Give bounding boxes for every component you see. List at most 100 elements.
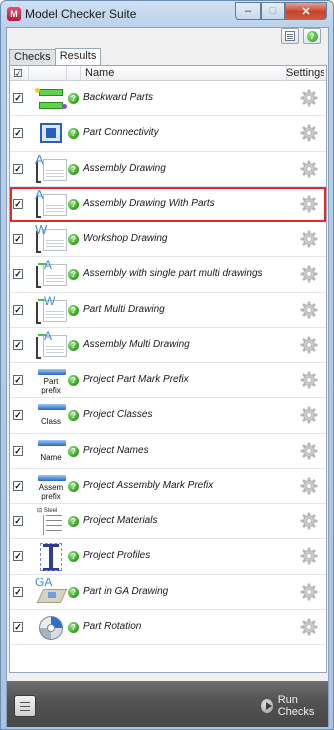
row-checkbox[interactable]: ✓: [13, 93, 23, 103]
bracket-shape: [36, 336, 41, 359]
gear-icon[interactable]: [300, 195, 318, 213]
row-checkbox[interactable]: ✓: [13, 516, 23, 526]
row-checkbox[interactable]: ✓: [13, 551, 23, 562]
project-part-mark-prefix-icon: Part prefix: [34, 366, 68, 395]
check-row[interactable]: ✓ Assem prefix? Project Assembly Mark Pref…: [10, 469, 326, 504]
run-checks-label: Run Checks: [277, 694, 315, 718]
check-row[interactable]: ✓? Part Connectivity: [10, 116, 326, 152]
check-row[interactable]: ✓ Class? Project Classes: [10, 398, 326, 434]
check-row[interactable]: ✓ GA? Part in GA Drawing: [10, 575, 326, 610]
check-name: Backward Parts: [83, 92, 154, 103]
gear-icon[interactable]: [300, 547, 318, 565]
check-name: Assembly Multi Drawing: [83, 338, 190, 350]
drawing-type-letter: A: [35, 189, 44, 202]
bracket-shape: [36, 266, 41, 289]
help-icon: ?: [306, 30, 318, 42]
status-ok-icon: ?: [68, 198, 79, 210]
settings-column-header[interactable]: Settings: [286, 66, 324, 80]
gear-icon[interactable]: [300, 230, 318, 248]
tab-checks[interactable]: Checks: [9, 49, 56, 65]
check-row[interactable]: ✓ A? Assembly Drawing With Parts: [10, 186, 326, 222]
column-divider[interactable]: [80, 66, 81, 81]
check-name: Project Profiles: [83, 550, 151, 562]
help-button[interactable]: ?: [303, 28, 321, 44]
row-checkbox[interactable]: ✓: [13, 621, 23, 632]
play-icon: [261, 699, 273, 713]
icon-caption: Part prefix: [41, 377, 61, 395]
minimize-button[interactable]: –: [235, 2, 261, 20]
report-button[interactable]: [281, 28, 299, 44]
row-checkbox[interactable]: ✓: [13, 410, 23, 421]
assembly-drawing-icon: A: [34, 155, 68, 184]
gear-icon[interactable]: [300, 582, 318, 601]
gear-icon[interactable]: [300, 89, 318, 107]
drawing-type-letter: A: [44, 330, 53, 343]
check-row[interactable]: ✓ W? Workshop Drawing: [10, 222, 326, 258]
gear-icon[interactable]: [300, 124, 318, 142]
column-divider[interactable]: [28, 66, 29, 81]
blue-bar: [38, 369, 66, 375]
gear-icon[interactable]: [300, 336, 318, 354]
row-checkbox[interactable]: ✓: [13, 128, 23, 139]
report-icon: [285, 31, 295, 41]
maximize-button[interactable]: □: [261, 2, 285, 20]
check-row[interactable]: ✓ W? Part Multi Drawing: [10, 293, 326, 328]
gear-icon[interactable]: [300, 441, 318, 460]
row-checkbox[interactable]: ✓: [13, 269, 23, 280]
gear-icon[interactable]: [300, 371, 318, 389]
check-row[interactable]: ✓ Name? Project Names: [10, 434, 326, 469]
check-row[interactable]: ✓ Part prefix? Project Part Mark Prefix: [10, 363, 326, 399]
multi-indicator: [38, 298, 46, 301]
close-button[interactable]: ✕: [285, 2, 327, 20]
check-row[interactable]: ✓ A? Assembly Multi Drawing: [10, 328, 326, 363]
menu-button[interactable]: [14, 695, 36, 717]
gear-icon[interactable]: [300, 265, 318, 283]
gear-icon[interactable]: [300, 300, 318, 319]
check-row[interactable]: ✓ A? Assembly with single part multi drawi…: [10, 257, 326, 293]
part-connectivity-icon: [34, 119, 68, 148]
row-checkbox[interactable]: ✓: [13, 480, 23, 491]
row-checkbox[interactable]: ✓: [13, 198, 23, 209]
run-checks-button[interactable]: Run Checks: [261, 694, 328, 718]
project-assembly-mark-prefix-icon: Assem prefix: [34, 472, 68, 501]
row-checkbox[interactable]: ✓: [13, 304, 23, 315]
row-checkbox[interactable]: ✓: [13, 586, 23, 597]
app-window: M Model Checker Suite – □ ✕ ? Checks Res…: [0, 0, 334, 730]
window-controls: – □ ✕: [235, 2, 327, 20]
project-profiles-icon: [34, 542, 68, 572]
row-checkbox[interactable]: ✓: [13, 339, 23, 350]
row-checkbox[interactable]: ✓: [13, 234, 23, 244]
check-name: Part Connectivity: [83, 127, 159, 139]
name-column-header[interactable]: Name: [85, 66, 114, 80]
drawing-type-letter: W: [44, 295, 56, 308]
check-row[interactable]: ✓? Part Rotation: [10, 610, 326, 645]
check-name: Project Materials: [83, 515, 158, 526]
multi-indicator: [38, 263, 46, 266]
status-ok-icon: ?: [68, 445, 79, 457]
part-in-ga-drawing-icon: GA: [34, 578, 68, 607]
status-ok-icon: ?: [68, 375, 79, 386]
check-row[interactable]: ✓ ⊟ Steel? Project Materials: [10, 504, 326, 540]
part-multi-drawing-icon: W: [34, 296, 68, 325]
tab-results[interactable]: Results: [54, 48, 102, 65]
gear-icon[interactable]: [300, 618, 318, 636]
drawing-sheet: [43, 193, 67, 216]
row-checkbox[interactable]: ✓: [13, 163, 23, 174]
check-row[interactable]: ✓? Project Profiles: [10, 539, 326, 575]
blue-bar: [38, 439, 66, 446]
select-all-checkbox[interactable]: ☑: [13, 67, 23, 81]
gear-icon[interactable]: [300, 159, 318, 178]
client-area: ? Checks Results ☑ Name Settings ✓? Backw…: [6, 27, 329, 727]
gear-icon[interactable]: [300, 406, 318, 424]
gear-icon[interactable]: [300, 477, 318, 495]
check-row[interactable]: ✓ A? Assembly Drawing: [10, 152, 326, 187]
drawing-type-letter: GA: [35, 577, 53, 589]
gear-icon[interactable]: [300, 512, 318, 530]
check-row[interactable]: ✓? Backward Parts: [10, 81, 326, 117]
row-checkbox[interactable]: ✓: [13, 375, 23, 385]
title-bar[interactable]: M Model Checker Suite – □ ✕: [1, 1, 333, 27]
status-ok-icon: ?: [68, 339, 79, 351]
row-checkbox[interactable]: ✓: [13, 445, 23, 456]
drawing-sheet: [43, 158, 67, 181]
column-divider[interactable]: [66, 66, 67, 81]
